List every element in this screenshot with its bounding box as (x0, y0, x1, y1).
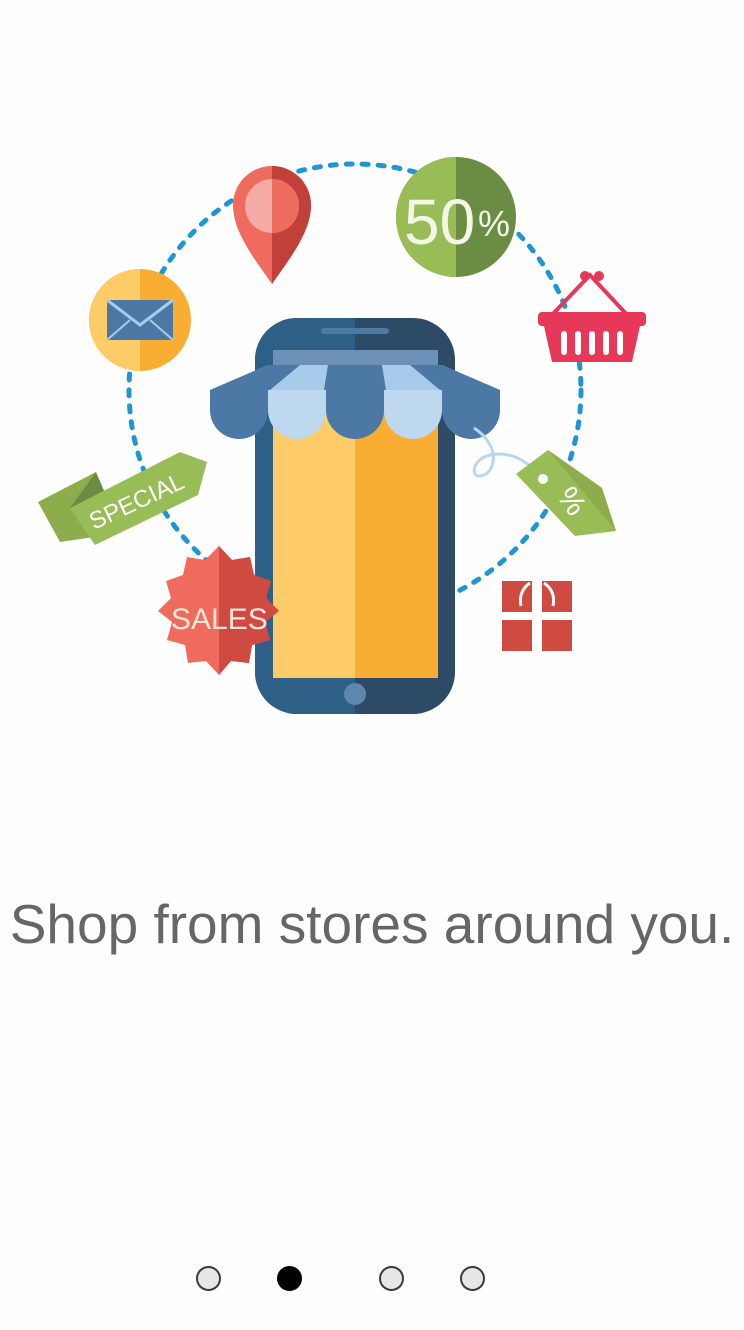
discount-badge-value: 50 (404, 186, 475, 258)
page-dot-1[interactable] (196, 1266, 221, 1291)
shopping-illustration: 50 % SPECIAL SALES % (38, 157, 646, 714)
sales-badge-label: SALES (171, 603, 268, 636)
page-dot-2-active[interactable] (277, 1266, 302, 1291)
page-indicator (0, 1266, 744, 1296)
gift-box-icon (502, 581, 572, 651)
price-tag-icon: % (472, 426, 616, 536)
discount-badge-icon: 50 % (396, 157, 516, 277)
store-awning-icon (210, 365, 500, 439)
discount-badge-symbol: % (478, 203, 510, 244)
location-pin-icon (233, 166, 311, 284)
page-dot-3[interactable] (379, 1266, 404, 1291)
shopping-basket-icon (538, 271, 646, 362)
envelope-badge-icon (89, 269, 191, 371)
page-dot-4[interactable] (460, 1266, 485, 1291)
onboarding-tagline: Shop from stores around you. (9, 893, 735, 955)
onboarding-screen: 50 % SPECIAL SALES % Shop from stores ar… (0, 0, 744, 1330)
special-ribbon-icon: SPECIAL (38, 452, 207, 545)
